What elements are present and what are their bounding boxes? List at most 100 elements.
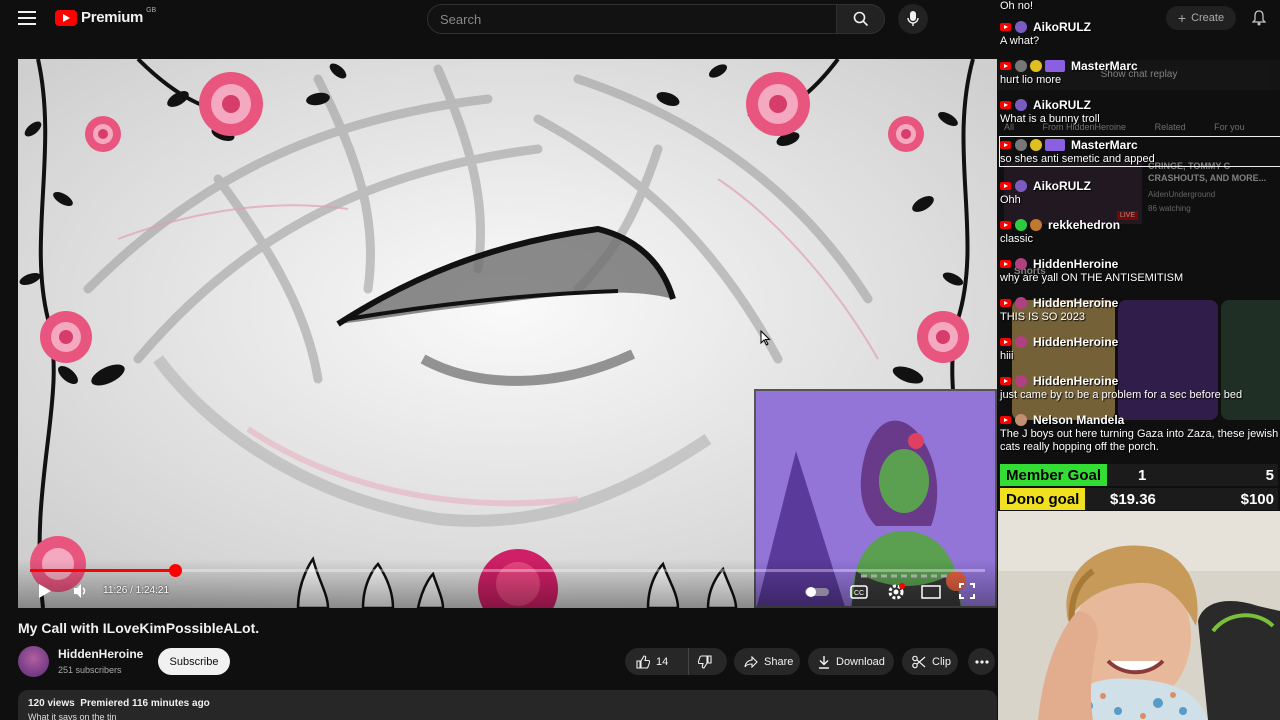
video-player[interactable]: 11:26 / 1:24:21 CC bbox=[18, 59, 997, 608]
chat-username: MasterMarc bbox=[1071, 59, 1138, 73]
time-separator: / bbox=[127, 585, 136, 596]
dono-goal-bar: Dono goal $19.36 $100 bbox=[1000, 488, 1278, 510]
more-dots-icon bbox=[974, 659, 989, 664]
chat-username: rekkehedron bbox=[1048, 218, 1121, 232]
chat-message-header: HiddenHeroine bbox=[1000, 373, 1280, 389]
emote-badge-icon bbox=[1045, 60, 1065, 72]
chat-message-header: Nelson Mandela bbox=[1000, 412, 1280, 428]
chat-username: Nelson Mandela bbox=[1033, 413, 1125, 427]
chat-message-text: hiii bbox=[1000, 350, 1014, 362]
chat-user-avatar bbox=[1015, 60, 1027, 72]
chat-message-text: Ohh bbox=[1000, 194, 1021, 206]
chat-user-avatar bbox=[1015, 414, 1027, 426]
chat-user-avatar bbox=[1030, 219, 1042, 231]
theater-mode-icon[interactable] bbox=[921, 585, 941, 599]
chat-username: AikoRULZ bbox=[1033, 179, 1091, 193]
youtube-platform-icon bbox=[1000, 221, 1011, 229]
member-goal-label: Member Goal bbox=[1000, 464, 1108, 486]
chat-message-header: MasterMarc bbox=[1000, 137, 1280, 153]
chat-message-text: why are yall ON THE ANTISEMITISM bbox=[1000, 272, 1184, 284]
microphone-icon bbox=[907, 11, 919, 26]
logo-region: GB bbox=[146, 7, 157, 14]
chat-message: HiddenHeroine THIS IS SO 2023 bbox=[1000, 295, 1280, 324]
channel-avatar[interactable] bbox=[18, 646, 49, 677]
search-input[interactable] bbox=[428, 5, 836, 33]
progress-fill bbox=[30, 569, 175, 572]
progress-scrubber[interactable] bbox=[168, 564, 182, 577]
chat-message: HiddenHeroine why are yall ON THE ANTISEM… bbox=[1000, 256, 1280, 285]
dono-goal-target: $100 bbox=[1240, 491, 1274, 508]
thumbs-down-icon bbox=[698, 654, 712, 669]
more-actions-button[interactable] bbox=[968, 648, 995, 675]
captions-icon[interactable]: CC bbox=[850, 585, 868, 599]
like-button[interactable]: 14 bbox=[625, 648, 689, 675]
hamburger-menu-icon[interactable] bbox=[18, 11, 36, 25]
dislike-button[interactable] bbox=[689, 648, 727, 675]
volume-icon[interactable] bbox=[73, 583, 89, 599]
settings-gear-icon[interactable] bbox=[887, 583, 905, 601]
voice-search-button[interactable] bbox=[898, 4, 928, 34]
emote-badge-icon bbox=[1045, 139, 1065, 151]
player-controls: 11:26 / 1:24:21 CC bbox=[18, 559, 997, 608]
chat-message-header: MasterMarc bbox=[1000, 58, 1280, 74]
chat-user-avatar bbox=[1015, 180, 1027, 192]
chat-message-text: The J boys out here turning Gaza into Za… bbox=[1000, 428, 1279, 453]
plus-icon: + bbox=[1177, 10, 1187, 26]
moderator-badge-icon bbox=[1015, 219, 1027, 231]
video-meta: 120 views Premiered 116 minutes ago bbox=[28, 698, 210, 709]
logo-text: Premium bbox=[81, 9, 144, 26]
chat-user-avatar bbox=[1015, 139, 1027, 151]
member-goal-bar: Member Goal 1 5 bbox=[1000, 464, 1278, 486]
youtube-platform-icon bbox=[1000, 62, 1011, 70]
fullscreen-icon[interactable] bbox=[959, 583, 975, 599]
chat-message: Oh no! bbox=[1000, 0, 1280, 13]
chat-message-text: Oh no! bbox=[1000, 0, 1034, 12]
channel-name[interactable]: HiddenHeroine bbox=[58, 647, 143, 661]
search-box[interactable] bbox=[427, 4, 837, 34]
autoplay-toggle-icon[interactable] bbox=[804, 586, 830, 598]
play-icon[interactable] bbox=[38, 583, 52, 599]
youtube-platform-icon bbox=[1000, 299, 1011, 307]
youtube-platform-icon bbox=[1000, 338, 1011, 346]
time-total: 1:24:21 bbox=[135, 585, 170, 596]
view-count: 120 views bbox=[28, 698, 75, 709]
create-label: Create bbox=[1191, 12, 1225, 24]
chat-message-text: What is a bunny troll bbox=[1000, 113, 1100, 125]
youtube-platform-icon bbox=[1000, 182, 1011, 190]
notifications-bell-icon[interactable] bbox=[1252, 10, 1266, 26]
chat-username: HiddenHeroine bbox=[1033, 374, 1119, 388]
like-dislike-group: 14 bbox=[625, 648, 727, 675]
chat-username: AikoRULZ bbox=[1033, 98, 1091, 112]
clip-button[interactable]: Clip bbox=[902, 648, 958, 675]
youtube-logo-icon bbox=[55, 9, 77, 26]
download-icon bbox=[819, 655, 829, 669]
scissors-icon bbox=[912, 655, 926, 668]
download-button[interactable]: Download bbox=[808, 648, 894, 675]
time-current: 11:26 bbox=[103, 585, 128, 596]
chat-username: HiddenHeroine bbox=[1033, 335, 1119, 349]
create-button[interactable]: + Create bbox=[1166, 6, 1236, 30]
share-arrow-icon bbox=[744, 655, 758, 668]
chat-user-avatar bbox=[1015, 21, 1027, 33]
chat-message: MasterMarc so shes anti semetic and apped bbox=[999, 136, 1280, 167]
chat-message-header: AikoRULZ bbox=[1000, 97, 1280, 113]
member-goal-current: 1 bbox=[1138, 467, 1147, 484]
chat-username: AikoRULZ bbox=[1033, 20, 1091, 34]
search-button[interactable] bbox=[837, 4, 885, 34]
chat-message-header: HiddenHeroine bbox=[1000, 334, 1280, 350]
youtube-premium-logo[interactable]: Premium GB bbox=[55, 7, 157, 26]
chat-message-header: rekkehedron bbox=[1000, 217, 1280, 233]
chat-user-avatar bbox=[1015, 297, 1027, 309]
subscribe-button[interactable]: Subscribe bbox=[158, 648, 230, 675]
member-badge-icon bbox=[1030, 139, 1042, 151]
chat-username: HiddenHeroine bbox=[1033, 257, 1119, 271]
share-button[interactable]: Share bbox=[734, 648, 800, 675]
chat-message: HiddenHeroine hiii bbox=[1000, 334, 1280, 363]
top-bar: Premium GB bbox=[0, 0, 1000, 38]
progress-bar[interactable] bbox=[30, 564, 985, 577]
chat-message: AikoRULZ Ohh bbox=[1000, 178, 1280, 207]
chat-user-avatar bbox=[1015, 375, 1027, 387]
chat-message: Nelson Mandela The J boys out here turnin… bbox=[1000, 412, 1280, 454]
chat-user-avatar bbox=[1015, 99, 1027, 111]
youtube-platform-icon bbox=[1000, 260, 1011, 268]
